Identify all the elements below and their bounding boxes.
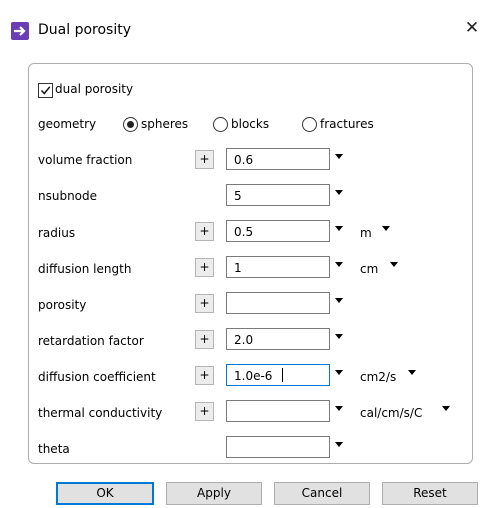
volume-fraction-plus-button[interactable]: + <box>195 150 214 169</box>
cancel-button[interactable]: Cancel <box>274 482 370 505</box>
theta-label: theta <box>38 442 70 456</box>
retardation-factor-input[interactable]: 2.0 <box>226 328 330 350</box>
volume-fraction-dropdown-icon[interactable] <box>335 154 343 159</box>
porosity-label: porosity <box>38 298 87 312</box>
radio-spheres-label: spheres <box>141 117 189 131</box>
retardation-factor-plus-button[interactable]: + <box>195 330 214 349</box>
radius-dropdown-icon[interactable] <box>335 226 343 231</box>
nsubnode-dropdown-icon[interactable] <box>335 190 343 195</box>
diffusion-coefficient-label: diffusion coefficient <box>38 370 156 384</box>
radius-label: radius <box>38 226 76 240</box>
apply-button[interactable]: Apply <box>166 482 262 505</box>
radio-selected-dot <box>127 121 134 128</box>
dual-porosity-label: dual porosity <box>55 82 134 96</box>
arrow-right-icon <box>11 22 29 40</box>
reset-button[interactable]: Reset <box>382 482 478 505</box>
diffusion-coefficient-dropdown-icon[interactable] <box>335 370 343 375</box>
diffusion-coefficient-input[interactable]: 1.0e-6 <box>226 364 330 386</box>
diffusion-length-label: diffusion length <box>38 262 132 276</box>
diffusion-coefficient-plus-button[interactable]: + <box>195 366 214 385</box>
thermal-conductivity-dropdown-icon[interactable] <box>335 406 343 411</box>
dual-porosity-checkbox[interactable] <box>38 83 53 98</box>
porosity-plus-button[interactable]: + <box>195 294 214 313</box>
radio-fractures-label: fractures <box>320 117 374 131</box>
theta-dropdown-icon[interactable] <box>335 442 343 447</box>
diffusion-length-input[interactable]: 1 <box>226 256 330 278</box>
radius-plus-button[interactable]: + <box>195 222 214 241</box>
retardation-factor-label: retardation factor <box>38 334 144 348</box>
thermal-conductivity-label: thermal conductivity <box>38 406 163 420</box>
volume-fraction-input[interactable]: 0.6 <box>226 148 330 170</box>
diffusion-length-dropdown-icon[interactable] <box>335 262 343 267</box>
title-bar: Dual porosity ✕ <box>0 0 490 46</box>
porosity-dropdown-icon[interactable] <box>335 298 343 303</box>
geometry-label: geometry <box>38 117 97 131</box>
close-icon[interactable]: ✕ <box>462 18 482 38</box>
porosity-input[interactable] <box>226 292 330 314</box>
radio-spheres[interactable] <box>123 117 138 132</box>
thermal-conductivity-plus-button[interactable]: + <box>195 402 214 421</box>
diffusion-length-unit-dropdown-icon[interactable] <box>390 262 398 267</box>
thermal-conductivity-input[interactable] <box>226 400 330 422</box>
window-title: Dual porosity <box>38 22 131 38</box>
diffusion-coefficient-unit[interactable]: cm2/s <box>360 370 396 384</box>
radius-unit-dropdown-icon[interactable] <box>382 226 390 231</box>
nsubnode-input[interactable]: 5 <box>226 184 330 206</box>
diffusion-length-plus-button[interactable]: + <box>195 258 214 277</box>
retardation-factor-dropdown-icon[interactable] <box>335 334 343 339</box>
radius-unit[interactable]: m <box>360 226 372 240</box>
thermal-conductivity-unit[interactable]: cal/cm/s/C <box>360 406 422 420</box>
nsubnode-label: nsubnode <box>38 189 98 203</box>
diffusion-coefficient-unit-dropdown-icon[interactable] <box>408 370 416 375</box>
volume-fraction-label: volume fraction <box>38 153 133 167</box>
radio-blocks[interactable] <box>213 117 228 132</box>
ok-button[interactable]: OK <box>56 482 154 505</box>
diffusion-length-unit[interactable]: cm <box>360 262 378 276</box>
text-cursor <box>282 368 283 382</box>
radio-fractures[interactable] <box>302 117 317 132</box>
theta-input[interactable] <box>226 436 330 458</box>
radius-input[interactable]: 0.5 <box>226 220 330 242</box>
radio-blocks-label: blocks <box>231 117 270 131</box>
thermal-conductivity-unit-dropdown-icon[interactable] <box>442 406 450 411</box>
